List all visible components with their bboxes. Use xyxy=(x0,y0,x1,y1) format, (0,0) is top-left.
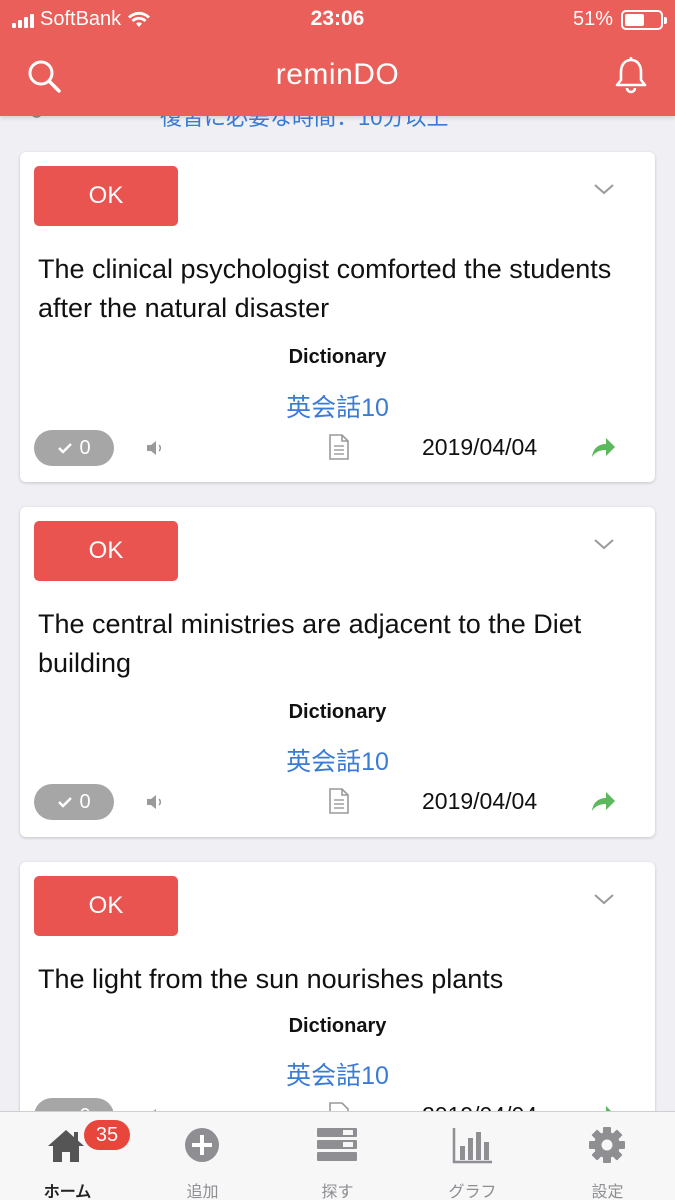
card-sentence: The light from the sun nourishes plants xyxy=(38,964,504,994)
check-count-button[interactable]: 0 xyxy=(34,784,114,820)
check-icon xyxy=(58,797,73,808)
speaker-icon[interactable] xyxy=(144,438,164,458)
card-date: 2019/04/04 xyxy=(422,434,538,460)
tab-label: 設定 xyxy=(591,1184,624,1200)
check-count: 0 xyxy=(79,790,91,813)
settings-icon xyxy=(589,1127,625,1163)
tab-graph[interactable]: グラフ xyxy=(405,1112,540,1200)
check-count: 0 xyxy=(79,436,91,459)
nav-bar: reminDO xyxy=(0,40,675,116)
add-icon xyxy=(185,1128,219,1162)
card-footer: 0 2019/04/04 xyxy=(20,782,655,822)
graph-icon xyxy=(452,1128,492,1164)
tab-home[interactable]: 35 ホーム xyxy=(0,1112,135,1200)
dictionary-name[interactable]: 英会話10 xyxy=(20,742,655,778)
app-title: reminDO xyxy=(275,58,400,91)
dictionary-label: Dictionary xyxy=(288,701,387,723)
dictionary-label: Dictionary xyxy=(288,1015,387,1037)
home-icon xyxy=(48,1130,84,1162)
notification-badge: 35 xyxy=(84,1120,130,1150)
tab-settings[interactable]: 設定 xyxy=(540,1112,675,1200)
document-icon[interactable] xyxy=(328,433,350,461)
speaker-icon[interactable] xyxy=(144,792,164,812)
card: OK The clinical psychologist comforted t… xyxy=(20,152,655,482)
share-arrow-icon[interactable] xyxy=(590,435,616,459)
chevron-down-icon[interactable] xyxy=(593,537,615,551)
tab-add[interactable]: 追加 xyxy=(135,1112,270,1200)
tab-label: 追加 xyxy=(186,1184,219,1200)
check-count-button[interactable]: 0 xyxy=(34,430,114,466)
search-list-icon xyxy=(317,1128,357,1161)
share-arrow-icon[interactable] xyxy=(590,789,616,813)
card: OK The central ministries are adjacent t… xyxy=(20,507,655,837)
battery-percent: 51% xyxy=(572,8,613,30)
dictionary-name[interactable]: 英会話10 xyxy=(20,388,655,424)
ok-button[interactable]: OK xyxy=(34,876,178,936)
card-sentence: The central ministries are adjacent to t… xyxy=(38,609,582,678)
chevron-down-icon[interactable] xyxy=(593,182,615,196)
document-icon[interactable] xyxy=(328,787,350,815)
check-icon xyxy=(58,443,73,454)
app-header: SoftBank 23:06 51% reminDO xyxy=(0,0,675,116)
card-sentence: The clinical psychologist comforted the … xyxy=(38,254,612,323)
tab-bar: 35 ホーム 追加 探す グラフ 設定 xyxy=(0,1111,675,1200)
tab-label: ホーム xyxy=(43,1184,92,1200)
bell-icon[interactable] xyxy=(613,56,649,96)
tab-label: 探す xyxy=(321,1184,354,1200)
tab-label: グラフ xyxy=(448,1184,497,1200)
chevron-down-icon[interactable] xyxy=(593,892,615,906)
dictionary-label: Dictionary xyxy=(288,346,387,368)
status-bar: SoftBank 23:06 51% xyxy=(0,0,675,40)
card-date: 2019/04/04 xyxy=(422,788,538,814)
ok-button[interactable]: OK xyxy=(34,521,178,581)
battery-icon xyxy=(621,9,667,30)
ok-button[interactable]: OK xyxy=(34,166,178,226)
dictionary-name[interactable]: 英会話10 xyxy=(20,1056,655,1092)
tab-search[interactable]: 探す xyxy=(270,1112,405,1200)
card-footer: 0 2019/04/04 xyxy=(20,428,655,468)
